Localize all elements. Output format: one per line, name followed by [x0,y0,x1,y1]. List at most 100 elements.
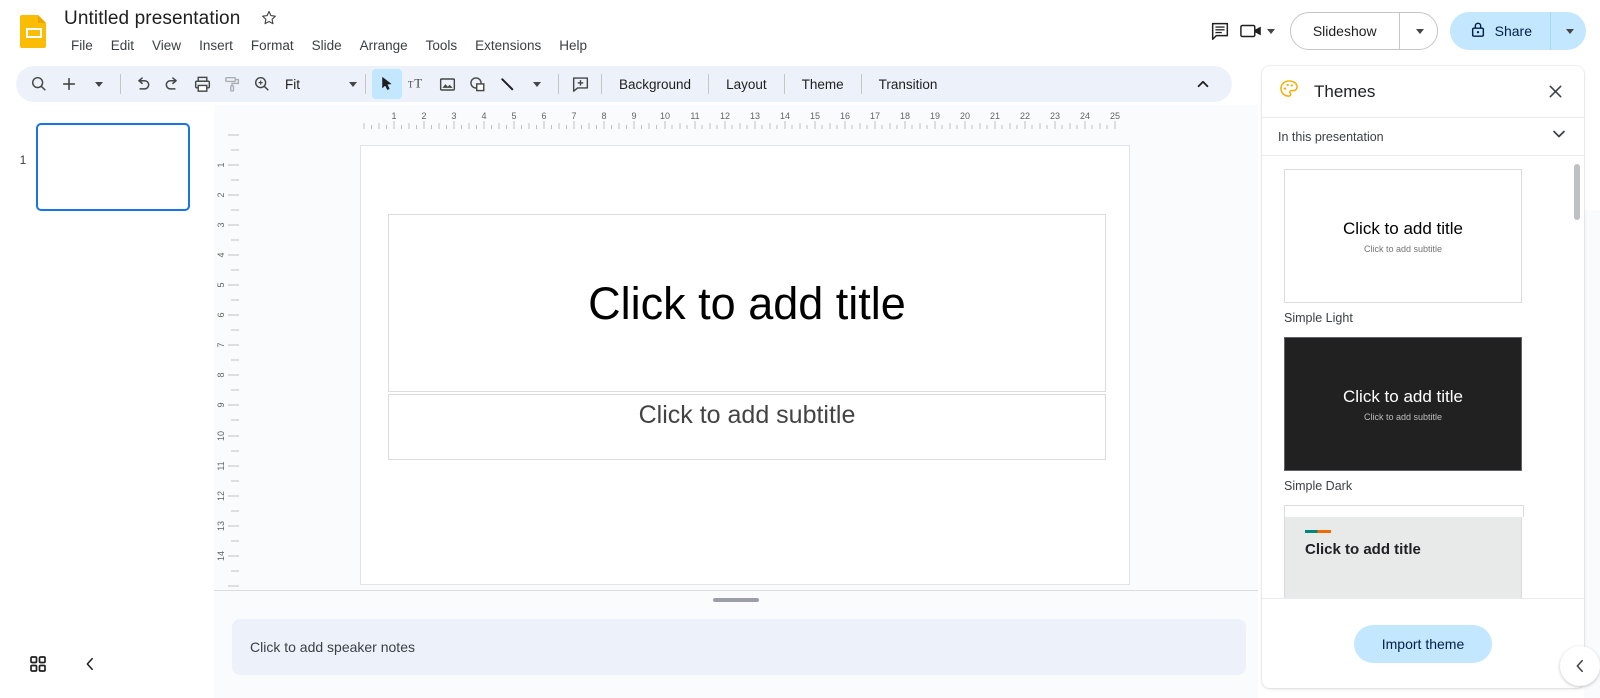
theme-thumb-subtitle: Click to add subtitle [1363,411,1443,422]
subtitle-placeholder-box[interactable]: Click to add subtitle [388,394,1106,460]
star-outline-icon[interactable] [259,8,279,28]
horizontal-ruler[interactable]: 123 456 789 10 11 12 13 14 15 16 17 18 19 20 21 … [344,110,1258,130]
import-theme-button[interactable]: Import theme [1353,624,1493,663]
svg-text:3: 3 [216,222,226,227]
menu-slide[interactable]: Slide [303,35,351,56]
side-panel-collapse-button[interactable] [1560,646,1600,686]
menu-bar: File Edit View Insert Format Slide Arran… [62,35,596,56]
new-slide-button[interactable] [54,69,84,99]
vertical-ruler[interactable]: 1 2 3 4 5 6 7 8 9 10 11 12 13 14 [214,130,240,600]
share-group: Share [1449,12,1586,50]
title-placeholder-box[interactable]: Click to add title [388,214,1106,392]
svg-text:5: 5 [511,111,516,121]
speaker-notes-input[interactable]: Click to add speaker notes [232,619,1246,675]
svg-text:14: 14 [780,111,790,121]
slide-editing-surface[interactable]: Click to add title Click to add subtitle [360,145,1130,585]
new-slide-options-button[interactable] [84,69,114,99]
theme-thumbnail-simple-light[interactable]: Click to add title Click to add subtitle [1284,169,1522,303]
toolbar-collapse-button[interactable] [1188,69,1218,99]
slideshow-group: Slideshow [1289,12,1438,50]
toolbar-separator [365,74,366,94]
slideshow-options-button[interactable] [1398,13,1437,49]
background-button[interactable]: Background [608,72,702,97]
image-icon[interactable] [432,69,462,99]
grid-view-icon[interactable] [22,648,54,680]
theme-button[interactable]: Theme [791,72,855,97]
zoom-control[interactable]: Fit [247,69,359,99]
svg-text:25: 25 [1110,111,1120,121]
menu-format[interactable]: Format [242,35,303,56]
notes-resize-handle[interactable] [713,598,759,602]
share-options-button[interactable] [1550,12,1586,50]
svg-text:12: 12 [720,111,730,121]
chevron-down-icon [1267,28,1276,34]
menu-tools[interactable]: Tools [417,35,467,56]
svg-text:8: 8 [216,372,226,377]
svg-text:18: 18 [900,111,910,121]
printer-icon[interactable] [187,69,217,99]
close-x-icon[interactable] [1540,77,1570,107]
svg-text:24: 24 [1080,111,1090,121]
paint-roller-icon[interactable] [217,69,247,99]
document-title[interactable]: Untitled presentation [60,6,244,32]
slide-thumbnail-1[interactable] [36,123,190,211]
main-toolbar: Fit T T Background Layout Theme Transiti… [16,66,1232,102]
menu-extensions[interactable]: Extensions [466,35,550,56]
chevron-down-icon [349,81,357,87]
toolbar-separator [783,74,785,94]
undo-arrow-icon[interactable] [127,69,157,99]
redo-arrow-icon[interactable] [157,69,187,99]
svg-text:16: 16 [840,111,850,121]
filmstrip-footer [0,640,214,688]
chevron-down-icon [1550,125,1568,148]
header-actions: Slideshow Share [1200,10,1586,52]
svg-text:T: T [414,77,422,91]
svg-text:9: 9 [631,111,636,121]
add-comment-icon[interactable] [565,69,595,99]
menu-file[interactable]: File [62,35,102,56]
svg-text:2: 2 [421,111,426,121]
svg-text:4: 4 [216,252,226,257]
meet-video-button[interactable] [1240,11,1280,51]
toolbar-separator [120,74,121,94]
filmstrip-collapse-button[interactable] [74,648,106,680]
search-icon[interactable] [24,69,54,99]
ruler-v-svg: 1 2 3 4 5 6 7 8 9 10 11 12 13 14 [216,134,239,587]
menu-arrange[interactable]: Arrange [351,35,417,56]
layout-button[interactable]: Layout [715,72,778,97]
text-box-icon[interactable]: T T [402,69,432,99]
line-options-button[interactable] [522,69,552,99]
slideshow-button[interactable]: Slideshow [1291,13,1399,49]
themes-panel-header: Themes [1262,66,1584,118]
themes-list[interactable]: Click to add title Click to add subtitle… [1262,157,1584,598]
svg-text:12: 12 [216,491,226,501]
theme-thumbnail-simple-dark[interactable]: Click to add title Click to add subtitle [1284,337,1522,471]
lock-icon [1470,21,1486,41]
transition-button[interactable]: Transition [868,72,949,97]
themes-scrollbar-thumb[interactable] [1574,164,1580,220]
chevron-down-icon [1415,28,1424,34]
zoom-magnifier-icon[interactable] [247,69,277,99]
svg-text:2: 2 [216,192,226,197]
svg-text:4: 4 [481,111,486,121]
svg-text:5: 5 [216,282,226,287]
theme-thumbnail-focus[interactable]: Click to add title [1284,505,1524,598]
zoom-level-value: Fit [285,76,300,92]
svg-text:11: 11 [216,461,226,470]
toolbar-separator [601,74,602,94]
line-icon[interactable] [492,69,522,99]
menu-view[interactable]: View [143,35,190,56]
shape-icon[interactable] [462,69,492,99]
share-button[interactable]: Share [1450,12,1550,50]
menu-insert[interactable]: Insert [190,35,242,56]
themes-section-selector[interactable]: In this presentation [1262,118,1584,156]
themes-panel-footer: Import theme [1262,598,1584,688]
svg-text:9: 9 [216,402,226,407]
cursor-arrow-icon[interactable] [372,69,402,99]
menu-edit[interactable]: Edit [102,35,143,56]
comment-history-icon[interactable] [1200,11,1240,51]
menu-help[interactable]: Help [550,35,596,56]
chevron-down-icon [95,81,103,87]
theme-card-simple-light: Click to add title Click to add subtitle… [1262,157,1584,325]
themes-section-label: In this presentation [1278,129,1384,144]
